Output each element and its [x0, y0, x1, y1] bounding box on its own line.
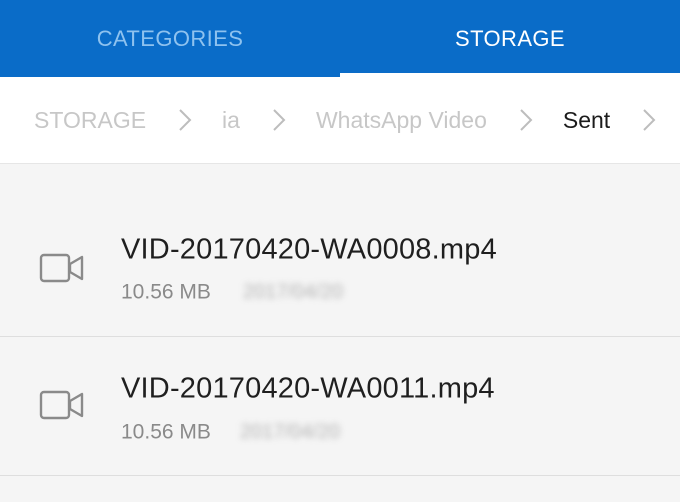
file-row[interactable]: VID-20170420-WA0011.mp4 10.56 MB 2017/04/2…	[0, 337, 680, 476]
video-camera-icon	[39, 389, 85, 421]
breadcrumb-item-ia[interactable]: ia	[222, 108, 240, 132]
chevron-right-icon	[178, 108, 192, 132]
file-row-area-1	[0, 164, 680, 338]
file-size: 10.56 MB	[121, 420, 211, 444]
breadcrumb-item-storage[interactable]: STORAGE	[34, 108, 146, 132]
breadcrumb: STORAGE ia WhatsApp Video Sent	[0, 77, 680, 164]
chevron-right-icon	[519, 108, 533, 132]
tab-categories[interactable]: CATEGORIES	[0, 0, 340, 77]
chevron-right-icon	[272, 108, 286, 132]
breadcrumb-item-whatsapp-video[interactable]: WhatsApp Video	[316, 108, 487, 132]
chevron-right-icon	[642, 108, 656, 132]
tab-storage[interactable]: STORAGE	[340, 0, 680, 77]
breadcrumb-item-sent[interactable]: Sent	[563, 108, 610, 132]
tab-bar: CATEGORIES STORAGE	[0, 0, 680, 77]
file-name: VID-20170420-WA0011.mp4	[121, 372, 495, 405]
file-date: 2017/04/20	[240, 421, 341, 443]
